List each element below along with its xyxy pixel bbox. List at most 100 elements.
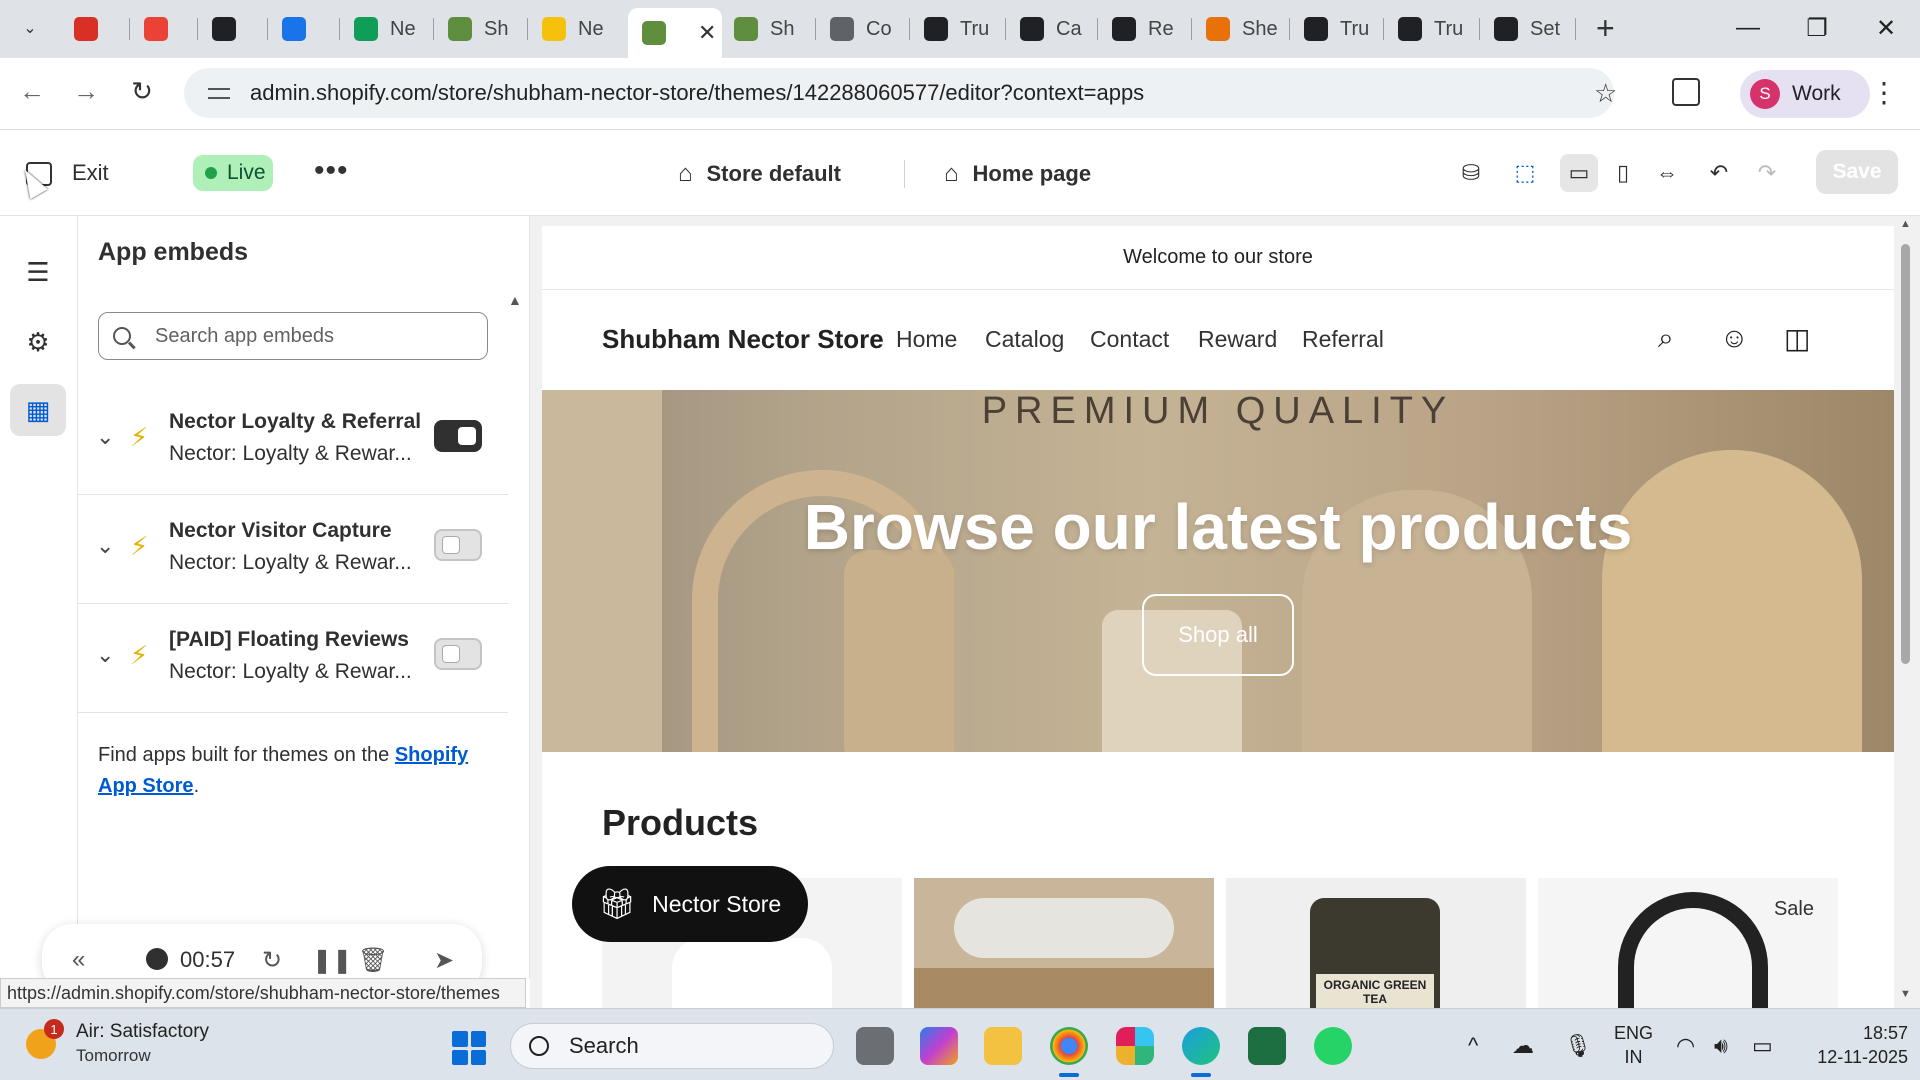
browser-tab[interactable]: Tru bbox=[910, 8, 1006, 50]
scroll-up-arrow-icon[interactable]: ▲ bbox=[508, 292, 522, 308]
nav-referral[interactable]: Referral bbox=[1302, 326, 1384, 353]
delete-icon[interactable]: 🗑 bbox=[358, 946, 388, 975]
scroll-down-arrow-icon[interactable]: ▼ bbox=[1900, 988, 1911, 1000]
bookmark-star-icon[interactable]: ☆ bbox=[1594, 78, 1617, 109]
browser-tab[interactable] bbox=[60, 8, 130, 50]
close-window-button[interactable]: ✕ bbox=[1866, 14, 1906, 43]
browser-tab[interactable]: Tru bbox=[1290, 8, 1384, 50]
scroll-up-arrow-icon[interactable]: ▲ bbox=[1900, 218, 1911, 230]
inspector-icon[interactable]: ⬚ bbox=[1506, 154, 1544, 192]
browser-tab[interactable]: Re bbox=[1098, 8, 1192, 50]
task-view-icon[interactable] bbox=[856, 1027, 894, 1065]
browser-tab[interactable]: Sh bbox=[434, 8, 528, 50]
profile-button[interactable]: S Work bbox=[1740, 70, 1870, 118]
extensions-icon[interactable] bbox=[1672, 78, 1700, 106]
address-bar[interactable]: admin.shopify.com/store/shubham-nector-s… bbox=[184, 68, 1614, 118]
search-input[interactable] bbox=[155, 324, 475, 348]
nav-home[interactable]: Home bbox=[896, 326, 957, 353]
battery-icon[interactable]: ▭ bbox=[1752, 1033, 1773, 1059]
browser-tab[interactable]: Tru bbox=[1384, 8, 1480, 50]
system-clock[interactable]: 18:57 12-11-2025 bbox=[1796, 1021, 1908, 1069]
store-context-selector[interactable]: ⌂ Store default bbox=[678, 160, 841, 188]
browser-tab[interactable]: Ne bbox=[528, 8, 628, 50]
collapse-icon[interactable]: « bbox=[72, 946, 85, 974]
nector-store-widget-button[interactable]: 🎁︎ Nector Store bbox=[572, 866, 808, 942]
embed-toggle[interactable] bbox=[434, 529, 482, 561]
browser-tab[interactable]: Ne bbox=[340, 8, 434, 50]
record-icon[interactable] bbox=[146, 948, 168, 970]
product-card[interactable]: ORGANIC GREEN TEA bbox=[1226, 878, 1526, 1008]
chrome-icon[interactable] bbox=[1050, 1027, 1088, 1065]
pointer-icon[interactable]: ➤ bbox=[434, 946, 454, 975]
settings-gear-icon[interactable]: ⚙ bbox=[10, 316, 66, 368]
browser-tab[interactable]: She bbox=[1192, 8, 1290, 50]
onedrive-icon[interactable]: ☁ bbox=[1512, 1033, 1534, 1059]
whatsapp-icon[interactable] bbox=[1314, 1027, 1352, 1065]
account-icon[interactable]: ☺ bbox=[1720, 322, 1749, 354]
copilot-icon[interactable] bbox=[920, 1027, 958, 1065]
cart-icon[interactable]: ◫ bbox=[1784, 322, 1810, 355]
app-embed-row[interactable]: ⌄ ⚡ Nector Loyalty & Referral Nector: Lo… bbox=[78, 386, 508, 495]
search-app-embeds-field[interactable] bbox=[98, 312, 488, 360]
browser-tab[interactable]: ✕ bbox=[628, 8, 722, 58]
weather-title[interactable]: Air: Satisfactory bbox=[76, 1021, 209, 1043]
restart-icon[interactable]: ↻ bbox=[262, 946, 282, 975]
save-button[interactable]: Save bbox=[1816, 150, 1898, 194]
microphone-icon[interactable]: 🎙︎ bbox=[1564, 1033, 1592, 1059]
browser-tab[interactable] bbox=[198, 8, 268, 50]
minimize-button[interactable]: — bbox=[1728, 14, 1768, 42]
excel-icon[interactable] bbox=[1248, 1027, 1286, 1065]
taskbar-search[interactable]: Search bbox=[510, 1023, 834, 1069]
preview-scrollbar[interactable]: ▲ ▼ bbox=[1896, 216, 1914, 1008]
product-card[interactable] bbox=[914, 878, 1214, 1008]
app-embed-row[interactable]: ⌄ ⚡ Nector Visitor Capture Nector: Loyal… bbox=[78, 495, 508, 604]
store-logo[interactable]: Shubham Nector Store bbox=[602, 324, 884, 355]
app-embeds-icon[interactable]: ▦ bbox=[10, 384, 66, 436]
chevron-down-icon[interactable]: ⌄ bbox=[96, 424, 114, 450]
file-explorer-icon[interactable] bbox=[984, 1027, 1022, 1065]
nav-contact[interactable]: Contact bbox=[1090, 326, 1169, 353]
start-button[interactable] bbox=[452, 1031, 486, 1065]
redo-icon[interactable]: ↷ bbox=[1748, 154, 1786, 192]
embed-toggle[interactable] bbox=[434, 638, 482, 670]
chevron-down-icon[interactable]: ⌄ bbox=[96, 533, 114, 559]
forward-button[interactable]: → bbox=[68, 76, 104, 107]
product-card[interactable]: Sale bbox=[1538, 878, 1838, 1008]
language-indicator[interactable]: ENG IN bbox=[1614, 1021, 1653, 1069]
chevron-down-icon[interactable]: ⌄ bbox=[96, 642, 114, 668]
browser-tab[interactable] bbox=[268, 8, 340, 50]
pause-icon[interactable]: ❚❚ bbox=[312, 946, 352, 975]
back-button[interactable]: ← bbox=[14, 76, 50, 107]
app-embed-row[interactable]: ⌄ ⚡ [PAID] Floating Reviews Nector: Loya… bbox=[78, 604, 508, 713]
nav-catalog[interactable]: Catalog bbox=[985, 326, 1064, 353]
slack-icon[interactable] bbox=[1116, 1027, 1154, 1065]
browser-tab[interactable]: Ca bbox=[1006, 8, 1098, 50]
nav-reward[interactable]: Reward bbox=[1198, 326, 1277, 353]
more-actions-icon[interactable]: ••• bbox=[314, 154, 349, 188]
tab-search-chevron-icon[interactable]: ⌄ bbox=[12, 10, 48, 46]
desktop-view-icon[interactable]: ▭ bbox=[1560, 154, 1598, 192]
browser-tab[interactable]: Set bbox=[1480, 8, 1576, 50]
shop-all-button[interactable]: Shop all bbox=[1142, 594, 1294, 676]
volume-icon[interactable]: 🔊︎ bbox=[1714, 1033, 1728, 1059]
wifi-icon[interactable]: ◠ bbox=[1676, 1033, 1695, 1059]
browser-tab[interactable]: Co bbox=[816, 8, 910, 50]
page-selector[interactable]: ⌂ Home page bbox=[944, 160, 1091, 188]
theme-store-icon[interactable]: ⛁ bbox=[1452, 154, 1490, 192]
embed-toggle[interactable] bbox=[434, 420, 482, 452]
browser-menu-icon[interactable]: ⋮ bbox=[1870, 76, 1898, 109]
undo-icon[interactable]: ↶ bbox=[1700, 154, 1738, 192]
tray-chevron-icon[interactable]: ^ bbox=[1468, 1033, 1478, 1059]
new-tab-button[interactable]: + bbox=[1596, 12, 1615, 44]
browser-tab[interactable] bbox=[130, 8, 198, 50]
edge-icon[interactable] bbox=[1182, 1027, 1220, 1065]
search-icon[interactable]: ⌕ bbox=[1658, 322, 1674, 355]
close-tab-icon[interactable]: ✕ bbox=[698, 20, 716, 46]
restore-button[interactable]: ❐ bbox=[1797, 14, 1837, 43]
fullscreen-view-icon[interactable]: ⇔ bbox=[1648, 154, 1686, 192]
exit-button[interactable]: Exit bbox=[72, 160, 109, 186]
sections-icon[interactable]: ☰ bbox=[10, 246, 66, 298]
mobile-view-icon[interactable]: ▯ bbox=[1604, 154, 1642, 192]
browser-tab[interactable]: Sh bbox=[720, 8, 816, 50]
reload-button[interactable]: ↻ bbox=[124, 76, 160, 107]
